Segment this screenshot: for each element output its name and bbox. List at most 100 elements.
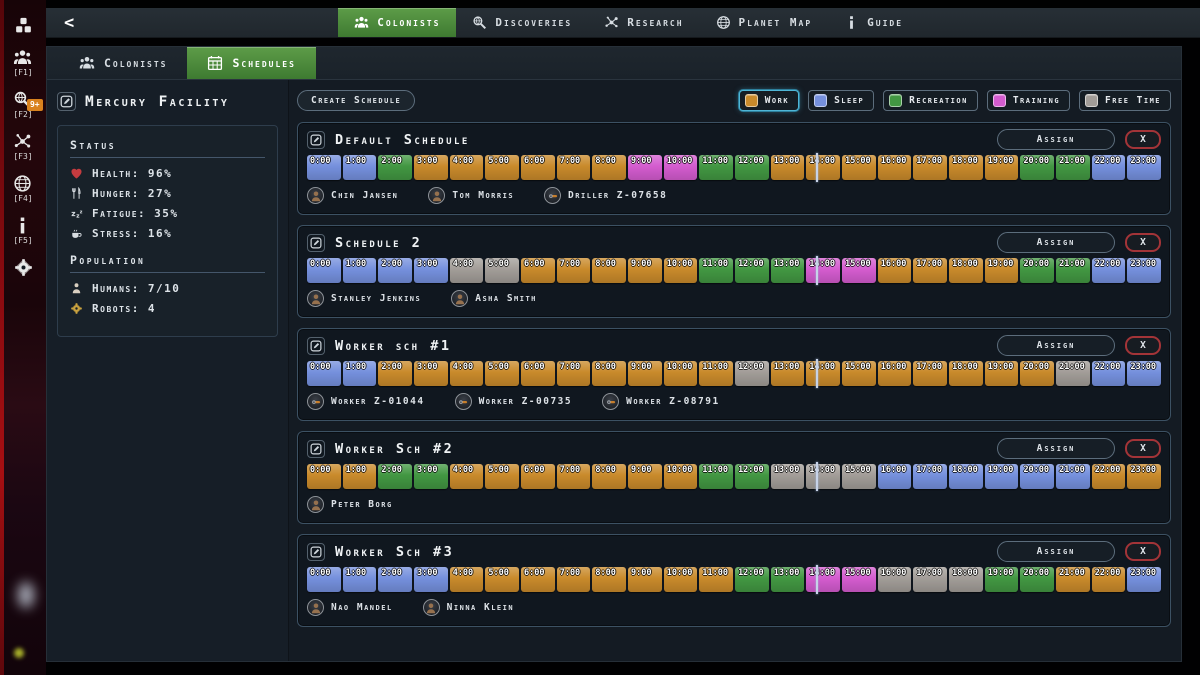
slot-10-00[interactable]: 10:00 [664, 155, 698, 180]
slot-20-00[interactable]: 20:00 [1020, 464, 1054, 489]
slot-5-00[interactable]: 5:00 [485, 567, 519, 592]
member-worker-z-01044[interactable]: Worker Z-01044 [307, 393, 425, 410]
edit-icon[interactable] [57, 92, 76, 111]
back-button[interactable]: < [64, 13, 74, 33]
slot-12-00[interactable]: 12:00 [735, 155, 769, 180]
slot-1-00[interactable]: 1:00 [343, 155, 377, 180]
slot-13-00[interactable]: 13:00 [771, 258, 805, 283]
member-ninna-klein[interactable]: Ninna Klein [423, 599, 514, 616]
slot-5-00[interactable]: 5:00 [485, 361, 519, 386]
assign-button[interactable]: Assign [997, 438, 1115, 459]
slot-6-00[interactable]: 6:00 [521, 155, 555, 180]
slot-8-00[interactable]: 8:00 [592, 258, 626, 283]
slot-16-00[interactable]: 16:00 [878, 464, 912, 489]
slot-0-00[interactable]: 0:00 [307, 155, 341, 180]
slot-4-00[interactable]: 4:00 [450, 155, 484, 180]
slot-18-00[interactable]: 18:00 [949, 155, 983, 180]
delete-button[interactable]: X [1125, 439, 1161, 458]
delete-button[interactable]: X [1125, 233, 1161, 252]
member-worker-z-08791[interactable]: Worker Z-08791 [602, 393, 720, 410]
slot-10-00[interactable]: 10:00 [664, 361, 698, 386]
slot-7-00[interactable]: 7:00 [557, 258, 591, 283]
slot-22-00[interactable]: 22:00 [1092, 567, 1126, 592]
slot-16-00[interactable]: 16:00 [878, 258, 912, 283]
slot-5-00[interactable]: 5:00 [485, 258, 519, 283]
slot-19-00[interactable]: 19:00 [985, 464, 1019, 489]
edit-icon[interactable] [307, 337, 325, 355]
delete-button[interactable]: X [1125, 130, 1161, 149]
slot-17-00[interactable]: 17:00 [913, 464, 947, 489]
slot-21-00[interactable]: 21:00 [1056, 155, 1090, 180]
slot-18-00[interactable]: 18:00 [949, 361, 983, 386]
sub-tab-schedules[interactable]: Schedules [187, 47, 315, 79]
slot-1-00[interactable]: 1:00 [343, 258, 377, 283]
member-peter-borg[interactable]: Peter Borg [307, 496, 393, 513]
slot-10-00[interactable]: 10:00 [664, 258, 698, 283]
top-tab-colonists[interactable]: Colonists [338, 8, 456, 37]
member-nao-mandel[interactable]: Nao Mandel [307, 599, 393, 616]
rail-item-colonists[interactable]: [F1] [13, 48, 32, 77]
edit-icon[interactable] [307, 234, 325, 252]
slot-14-00[interactable]: 14:00 [806, 361, 840, 386]
slot-10-00[interactable]: 10:00 [664, 464, 698, 489]
slot-12-00[interactable]: 12:00 [735, 361, 769, 386]
member-driller-z-07658[interactable]: Driller Z-07658 [544, 187, 667, 204]
slot-8-00[interactable]: 8:00 [592, 155, 626, 180]
top-tab-planet-map[interactable]: Planet Map [700, 8, 829, 37]
assign-button[interactable]: Assign [997, 232, 1115, 253]
member-asha-smith[interactable]: Asha Smith [451, 290, 537, 307]
slot-15-00[interactable]: 15:00 [842, 464, 876, 489]
slot-23-00[interactable]: 23:00 [1127, 258, 1161, 283]
slot-23-00[interactable]: 23:00 [1127, 464, 1161, 489]
slot-5-00[interactable]: 5:00 [485, 155, 519, 180]
rail-item-settings[interactable] [14, 258, 33, 277]
slot-15-00[interactable]: 15:00 [842, 155, 876, 180]
slot-12-00[interactable]: 12:00 [735, 464, 769, 489]
slot-5-00[interactable]: 5:00 [485, 464, 519, 489]
rail-item-research[interactable]: [F3] [13, 132, 32, 161]
slot-2-00[interactable]: 2:00 [378, 361, 412, 386]
slot-22-00[interactable]: 22:00 [1092, 464, 1126, 489]
slot-11-00[interactable]: 11:00 [699, 361, 733, 386]
legend-free-time[interactable]: Free Time [1079, 90, 1171, 111]
slot-14-00[interactable]: 14:00 [806, 258, 840, 283]
slot-9-00[interactable]: 9:00 [628, 361, 662, 386]
slot-22-00[interactable]: 22:00 [1092, 361, 1126, 386]
slot-3-00[interactable]: 3:00 [414, 361, 448, 386]
slot-17-00[interactable]: 17:00 [913, 258, 947, 283]
top-tab-research[interactable]: Research [588, 8, 699, 37]
assign-button[interactable]: Assign [997, 335, 1115, 356]
top-tab-guide[interactable]: Guide [828, 8, 919, 37]
slot-18-00[interactable]: 18:00 [949, 464, 983, 489]
slot-11-00[interactable]: 11:00 [699, 464, 733, 489]
slot-18-00[interactable]: 18:00 [949, 567, 983, 592]
legend-training[interactable]: Training [987, 90, 1070, 111]
member-stanley-jenkins[interactable]: Stanley Jenkins [307, 290, 421, 307]
assign-button[interactable]: Assign [997, 541, 1115, 562]
slot-16-00[interactable]: 16:00 [878, 567, 912, 592]
slot-1-00[interactable]: 1:00 [343, 361, 377, 386]
edit-icon[interactable] [307, 440, 325, 458]
slot-9-00[interactable]: 9:00 [628, 155, 662, 180]
slot-23-00[interactable]: 23:00 [1127, 361, 1161, 386]
slot-13-00[interactable]: 13:00 [771, 361, 805, 386]
slot-1-00[interactable]: 1:00 [343, 567, 377, 592]
slot-19-00[interactable]: 19:00 [985, 258, 1019, 283]
slot-2-00[interactable]: 2:00 [378, 567, 412, 592]
slot-17-00[interactable]: 17:00 [913, 155, 947, 180]
slot-7-00[interactable]: 7:00 [557, 464, 591, 489]
slot-19-00[interactable]: 19:00 [985, 361, 1019, 386]
rail-item-colony[interactable] [14, 16, 33, 35]
slot-8-00[interactable]: 8:00 [592, 567, 626, 592]
rail-item-discoveries[interactable]: [F2]9+ [13, 90, 32, 119]
slot-12-00[interactable]: 12:00 [735, 567, 769, 592]
sub-tab-colonists[interactable]: Colonists [59, 47, 187, 79]
slot-21-00[interactable]: 21:00 [1056, 258, 1090, 283]
slot-20-00[interactable]: 20:00 [1020, 361, 1054, 386]
slot-13-00[interactable]: 13:00 [771, 464, 805, 489]
slot-11-00[interactable]: 11:00 [699, 567, 733, 592]
slot-6-00[interactable]: 6:00 [521, 567, 555, 592]
legend-work[interactable]: Work [739, 90, 799, 111]
slot-20-00[interactable]: 20:00 [1020, 258, 1054, 283]
slot-21-00[interactable]: 21:00 [1056, 464, 1090, 489]
